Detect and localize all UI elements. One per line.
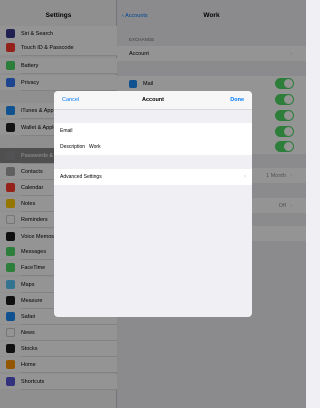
description-label: Description (60, 144, 86, 150)
email-label: Email (60, 128, 73, 134)
modal-nav-bar: Cancel Account Done (54, 91, 252, 110)
description-field[interactable]: Work (89, 144, 101, 150)
email-row[interactable]: Email (54, 123, 252, 139)
chevron-right-icon: › (244, 174, 246, 180)
advanced-settings-label: Advanced Settings (60, 174, 102, 180)
account-modal: Cancel Account Done Email Description Wo… (54, 91, 252, 317)
advanced-settings-row[interactable]: Advanced Settings › (54, 169, 252, 185)
description-row[interactable]: Description Work (54, 139, 252, 155)
modal-title: Account (142, 97, 164, 103)
done-button[interactable]: Done (230, 97, 244, 103)
